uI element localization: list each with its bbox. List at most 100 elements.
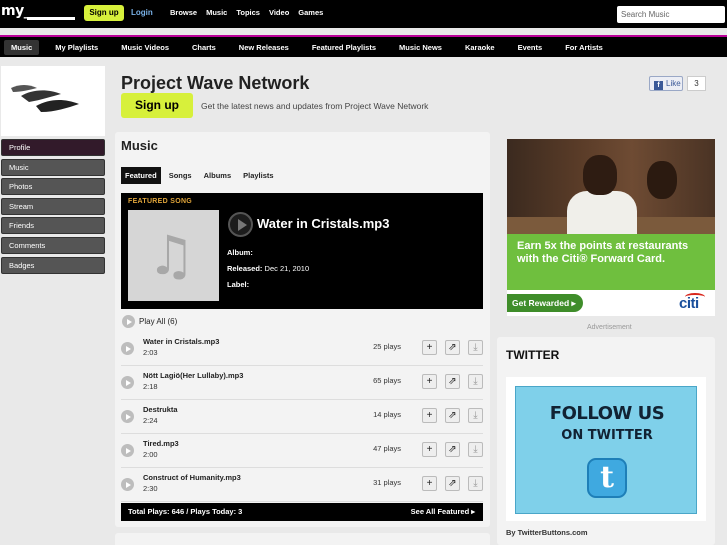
song-play-icon[interactable] [121, 410, 134, 423]
song-duration: 2:24 [143, 416, 158, 425]
share-icon[interactable]: ⇗ [445, 340, 460, 355]
download-icon[interactable]: ⤓ [468, 476, 483, 491]
advertisement-label: Advertisement [587, 324, 632, 331]
tab-playlists[interactable]: Playlists [239, 167, 277, 184]
song-plays: 65 plays [373, 376, 401, 385]
profile-header: Project Wave Network Sign up Get the lat… [115, 66, 715, 126]
song-play-icon[interactable] [121, 478, 134, 491]
tab-albums[interactable]: Albums [200, 167, 236, 184]
song-play-icon[interactable] [121, 444, 134, 457]
sidebar-item-music[interactable]: Music [1, 158, 105, 176]
page-title: Project Wave Network [121, 73, 310, 93]
song-row: Water in Cristals.mp3 2:03 25 plays + ⇗ … [121, 332, 483, 366]
download-icon[interactable]: ⤓ [468, 374, 483, 389]
like-count: 3 [687, 76, 706, 91]
share-icon[interactable]: ⇗ [445, 408, 460, 423]
site-logo[interactable]: my_ [1, 3, 31, 19]
logo-underline [27, 17, 75, 20]
add-to-playlist-icon[interactable]: + [422, 340, 437, 355]
ad-photo-person [567, 191, 637, 234]
see-all-featured-link[interactable]: See All Featured ▸ [411, 503, 475, 521]
sidebar-item-friends[interactable]: Friends [1, 217, 105, 235]
subnav-music-news[interactable]: Music News [392, 40, 449, 55]
featured-label: FEATURED SONG [128, 198, 193, 205]
share-icon[interactable]: ⇗ [445, 476, 460, 491]
add-to-playlist-icon[interactable]: + [422, 476, 437, 491]
avatar-image [11, 85, 79, 112]
subnav-for-artists[interactable]: For Artists [558, 40, 610, 55]
subnav-charts[interactable]: Charts [185, 40, 223, 55]
music-subnav: Music My Playlists Music Videos Charts N… [0, 35, 727, 57]
top-nav: Browse Music Topics Video Games [170, 8, 323, 17]
add-to-playlist-icon[interactable]: + [422, 442, 437, 457]
top-nav-music[interactable]: Music [206, 8, 227, 17]
share-icon[interactable]: ⇗ [445, 442, 460, 457]
music-panel: Music Featured Songs Albums Playlists FE… [115, 132, 490, 527]
song-row: Tired.mp3 2:00 47 plays + ⇗ ⤓ [121, 434, 483, 468]
add-to-playlist-icon[interactable]: + [422, 374, 437, 389]
follow-twitter-button[interactable]: FOLLOW US ON TWITTER t [506, 377, 706, 521]
featured-record-label: Label: [227, 280, 249, 289]
login-link[interactable]: Login [131, 8, 153, 17]
song-name[interactable]: Nött Lagiö(Her Lullaby).mp3 [143, 371, 243, 380]
song-name[interactable]: Tired.mp3 [143, 439, 179, 448]
play-all-button[interactable]: Play All (6) [122, 315, 177, 328]
twitter-badge: FOLLOW US ON TWITTER t [515, 386, 697, 514]
subnav-events[interactable]: Events [511, 40, 550, 55]
song-name[interactable]: Destrukta [143, 405, 178, 414]
download-icon[interactable]: ⤓ [468, 340, 483, 355]
play-all-label: Play All (6) [139, 317, 178, 326]
record-label-label: Label: [227, 280, 250, 289]
featured-song-box: FEATURED SONG ♫ Water in Cristals.mp3 Al… [121, 193, 483, 309]
top-nav-games[interactable]: Games [298, 8, 323, 17]
song-name[interactable]: Construct of Humanity.mp3 [143, 473, 241, 482]
ad-headline-panel: Earn 5x the points at restaurants with t… [507, 234, 715, 290]
tab-featured[interactable]: Featured [121, 167, 161, 184]
featured-song-title[interactable]: Water in Cristals.mp3 [257, 216, 389, 231]
music-section-title: Music [121, 138, 158, 153]
sidebar-item-stream[interactable]: Stream [1, 197, 105, 215]
song-plays: 25 plays [373, 342, 401, 351]
song-play-icon[interactable] [121, 376, 134, 389]
advertisement-banner[interactable]: Earn 5x the points at restaurants with t… [507, 139, 715, 316]
featured-play-button[interactable] [228, 212, 253, 237]
download-icon[interactable]: ⤓ [468, 442, 483, 457]
subnav-music[interactable]: Music [4, 40, 40, 55]
sidebar-item-profile[interactable]: Profile [1, 139, 105, 156]
next-section-panel [115, 533, 490, 545]
top-nav-topics[interactable]: Topics [236, 8, 260, 17]
search-input[interactable]: Search Music [617, 6, 725, 23]
subnav-my-playlists[interactable]: My Playlists [48, 40, 105, 55]
twitter-credit[interactable]: By TwitterButtons.com [506, 528, 588, 537]
add-to-playlist-icon[interactable]: + [422, 408, 437, 423]
total-plays: Total Plays: 646 / Plays Today: 3 [128, 507, 243, 516]
profile-avatar[interactable] [1, 66, 105, 136]
top-nav-video[interactable]: Video [269, 8, 289, 17]
top-nav-browse[interactable]: Browse [170, 8, 197, 17]
download-icon[interactable]: ⤓ [468, 408, 483, 423]
signup-button[interactable]: Sign up [84, 5, 124, 21]
play-all-icon [122, 315, 135, 328]
subnav-new-releases[interactable]: New Releases [232, 40, 296, 55]
get-rewarded-button[interactable]: Get Rewarded ▸ [507, 294, 583, 312]
sidebar-item-badges[interactable]: Badges [1, 256, 105, 274]
subnav-featured-playlists[interactable]: Featured Playlists [305, 40, 383, 55]
song-row: Nött Lagiö(Her Lullaby).mp3 2:18 65 play… [121, 366, 483, 400]
ad-photo-head [647, 161, 677, 199]
facebook-like-button[interactable]: f Like [649, 76, 683, 91]
song-play-icon[interactable] [121, 342, 134, 355]
header-signup-button[interactable]: Sign up [121, 93, 193, 118]
tab-songs[interactable]: Songs [165, 167, 196, 184]
featured-album: Album: [227, 248, 253, 257]
song-name[interactable]: Water in Cristals.mp3 [143, 337, 219, 346]
sidebar-item-comments[interactable]: Comments [1, 236, 105, 254]
song-row: Construct of Humanity.mp3 2:30 31 plays … [121, 468, 483, 502]
subnav-karaoke[interactable]: Karaoke [458, 40, 502, 55]
share-icon[interactable]: ⇗ [445, 374, 460, 389]
sidebar-item-photos[interactable]: Photos [1, 178, 105, 196]
song-duration: 2:00 [143, 450, 158, 459]
subnav-music-videos[interactable]: Music Videos [114, 40, 176, 55]
song-plays: 47 plays [373, 444, 401, 453]
song-duration: 2:03 [143, 348, 158, 357]
song-plays: 14 plays [373, 410, 401, 419]
